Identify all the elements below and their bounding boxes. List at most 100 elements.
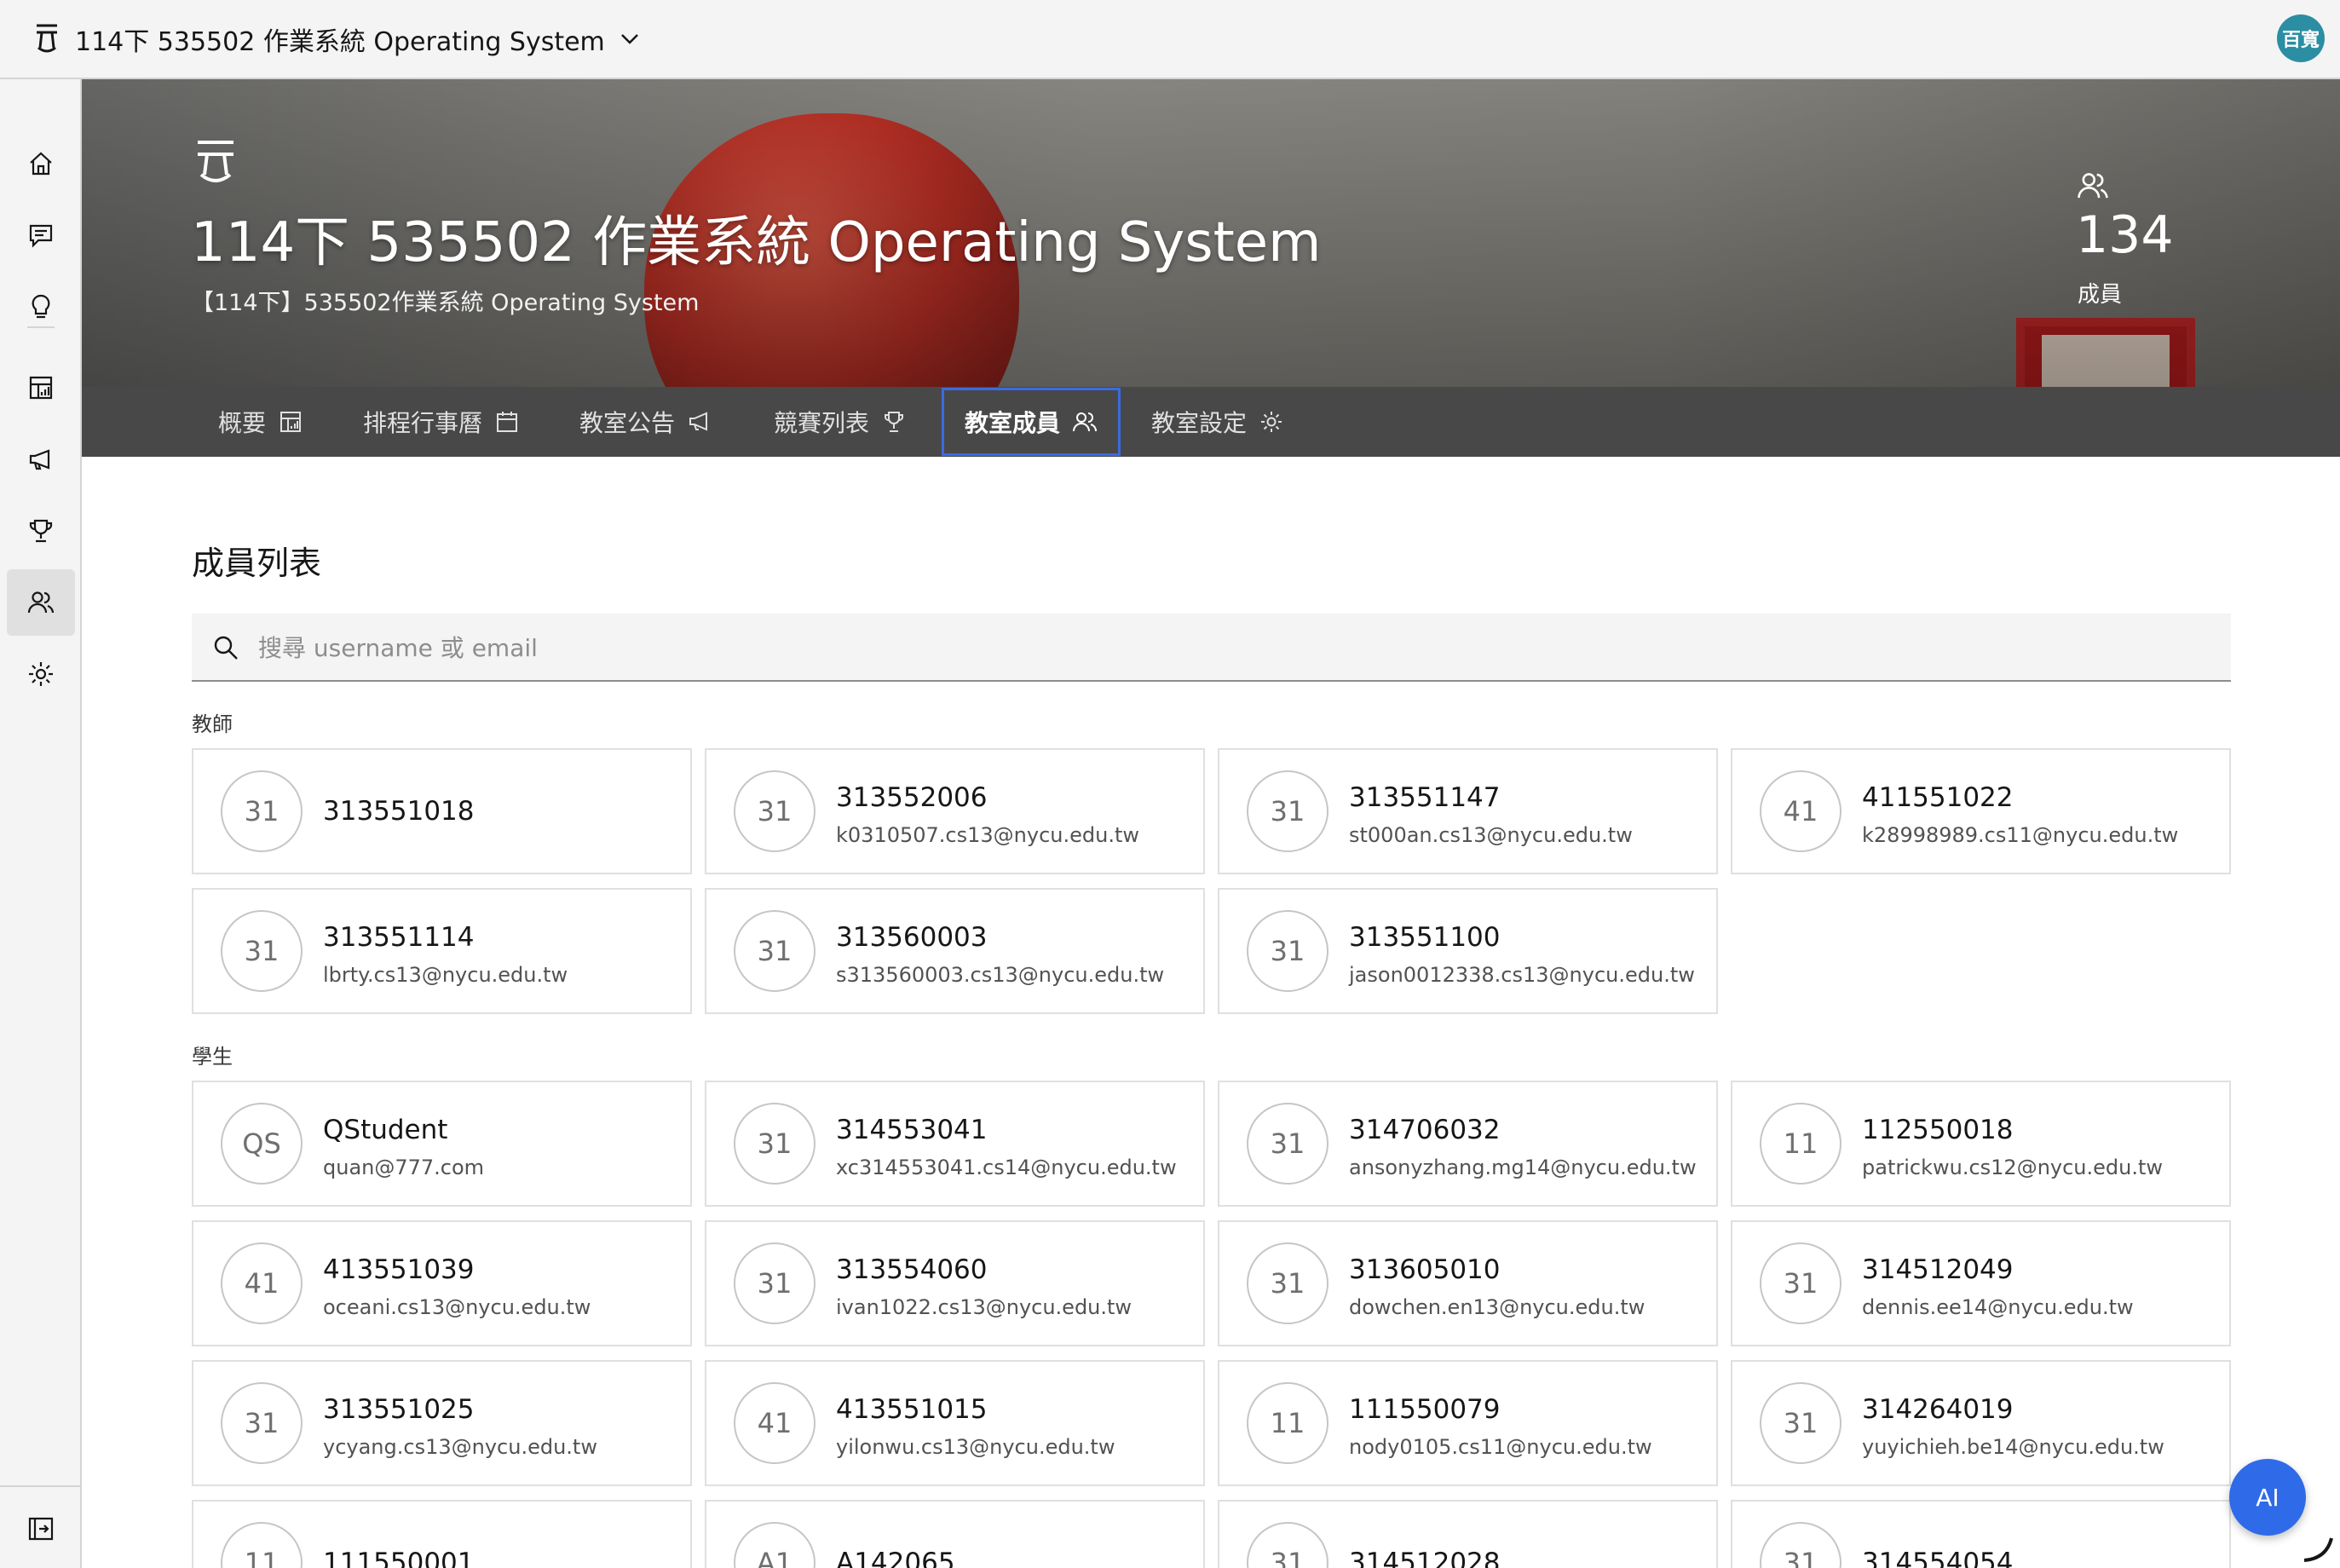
member-name: 314553041: [836, 1115, 988, 1145]
member-card[interactable]: 31 314264019 yuyichieh.be14@nycu.edu.tw: [1731, 1360, 2231, 1486]
course-logo-icon[interactable]: [34, 22, 60, 56]
member-email: nody0105.cs11@nycu.edu.tw: [1349, 1435, 1652, 1459]
tab-contests[interactable]: 競賽列表: [753, 387, 927, 457]
member-card[interactable]: 31 313551147 st000an.cs13@nycu.edu.tw: [1218, 748, 1718, 874]
member-avatar: 31: [1760, 1242, 1841, 1324]
member-card[interactable]: 31 313560003 s313560003.cs13@nycu.edu.tw: [705, 888, 1205, 1014]
sidebar-collapse-icon: [28, 1517, 54, 1541]
member-name: 314264019: [1862, 1394, 2014, 1425]
member-card[interactable]: 31 313551100 jason0012338.cs13@nycu.edu.tw: [1218, 888, 1718, 1014]
member-email: jason0012338.cs13@nycu.edu.tw: [1349, 963, 1695, 987]
member-card[interactable]: 41 413551015 yilonwu.cs13@nycu.edu.tw: [705, 1360, 1205, 1486]
sidebar-collapse-button[interactable]: [7, 1496, 75, 1562]
member-card[interactable]: 31 313552006 k0310507.cs13@nycu.edu.tw: [705, 748, 1205, 874]
member-name: 411551022: [1862, 782, 2014, 813]
member-name: 111550001: [323, 1548, 475, 1568]
user-avatar[interactable]: 百寬: [2277, 14, 2325, 62]
member-avatar: 31: [1247, 910, 1328, 992]
tab-schedule[interactable]: 排程行事曆: [343, 387, 540, 457]
sidebar-item-members[interactable]: [7, 569, 75, 636]
sidebar-item-contests[interactable]: [7, 498, 75, 564]
member-card[interactable]: 31 314553041 xc314553041.cs14@nycu.edu.tw: [705, 1081, 1205, 1207]
tab-overview[interactable]: 概要: [198, 387, 324, 457]
member-card[interactable]: QS QStudent quan@777.com: [192, 1081, 692, 1207]
tab-label: 概要: [218, 409, 267, 437]
trophy-icon: [29, 519, 53, 543]
course-logo-icon: [198, 141, 233, 182]
member-count: 134: [2076, 205, 2174, 265]
member-card[interactable]: 31 313551018: [192, 748, 692, 874]
sidebar-item-dashboard[interactable]: [7, 355, 75, 421]
sidebar: [0, 79, 82, 1568]
member-avatar: 31: [734, 1103, 816, 1185]
sidebar-item-home[interactable]: [7, 130, 75, 197]
member-name: 314706032: [1349, 1115, 1501, 1145]
resize-handle-icon[interactable]: [2301, 1530, 2335, 1564]
member-card[interactable]: 11 111550001: [192, 1500, 692, 1568]
member-email: ycyang.cs13@nycu.edu.tw: [323, 1435, 597, 1459]
member-avatar: 31: [1760, 1522, 1841, 1568]
member-name: 313551100: [1349, 922, 1501, 953]
member-email: yilonwu.cs13@nycu.edu.tw: [836, 1435, 1115, 1459]
member-avatar: 11: [1247, 1382, 1328, 1464]
member-name: 313560003: [836, 922, 988, 953]
member-name: 314554054: [1862, 1548, 2014, 1568]
member-name: 413551015: [836, 1394, 988, 1425]
page-subtitle: 【114下】535502作業系統 Operating System: [191, 290, 700, 316]
course-selector[interactable]: 114下 535502 作業系統 Operating System: [75, 20, 639, 58]
member-email: xc314553041.cs14@nycu.edu.tw: [836, 1156, 1177, 1179]
course-title-text: 114下 535502 作業系統 Operating System: [75, 27, 605, 57]
member-name: 313554060: [836, 1254, 988, 1285]
member-email: k0310507.cs13@nycu.edu.tw: [836, 823, 1139, 847]
member-card[interactable]: 31 314706032 ansonyzhang.mg14@nycu.edu.tw: [1218, 1081, 1718, 1207]
sidebar-item-ideas[interactable]: [7, 274, 75, 340]
member-card[interactable]: 31 313551114 lbrty.cs13@nycu.edu.tw: [192, 888, 692, 1014]
member-avatar: 31: [221, 1382, 303, 1464]
members-icon: [1073, 412, 1098, 432]
tab-label: 教室公告: [579, 409, 676, 437]
member-name: 313552006: [836, 782, 988, 813]
tab-announcements[interactable]: 教室公告: [559, 387, 733, 457]
member-card[interactable]: A1 A142065: [705, 1500, 1205, 1568]
member-avatar: 31: [734, 770, 816, 852]
member-email: lbrty.cs13@nycu.edu.tw: [323, 963, 568, 987]
top-bar: 114下 535502 作業系統 Operating System 百寬: [0, 0, 2340, 79]
member-card[interactable]: 31 313605010 dowchen.en13@nycu.edu.tw: [1218, 1220, 1718, 1346]
search-input[interactable]: [258, 614, 2201, 682]
member-email: ivan1022.cs13@nycu.edu.tw: [836, 1295, 1133, 1319]
tab-settings[interactable]: 教室設定: [1131, 387, 1305, 457]
member-avatar: 31: [1247, 770, 1328, 852]
tab-members[interactable]: 教室成員: [942, 388, 1121, 456]
member-name: QStudent: [323, 1115, 448, 1145]
sidebar-item-chat[interactable]: [7, 202, 75, 268]
course-tabs: 概要 排程行事曆 教室公告 競賽列表 教室成員 教室設定: [82, 387, 2340, 457]
member-card[interactable]: 31 314512028: [1218, 1500, 1718, 1568]
member-card[interactable]: 41 413551039 oceani.cs13@nycu.edu.tw: [192, 1220, 692, 1346]
tab-label: 排程行事曆: [363, 409, 483, 437]
member-card[interactable]: 31 313551025 ycyang.cs13@nycu.edu.tw: [192, 1360, 692, 1486]
tab-label: 教室成員: [965, 409, 1061, 437]
member-name: 313605010: [1349, 1254, 1501, 1285]
members-icon: [27, 591, 55, 614]
member-card[interactable]: 11 112550018 patrickwu.cs12@nycu.edu.tw: [1731, 1081, 2231, 1207]
member-avatar: 41: [221, 1242, 303, 1324]
member-avatar: QS: [221, 1103, 303, 1185]
member-card[interactable]: 11 111550079 nody0105.cs11@nycu.edu.tw: [1218, 1360, 1718, 1486]
member-card[interactable]: 31 314554054: [1731, 1500, 2231, 1568]
member-email: oceani.cs13@nycu.edu.tw: [323, 1295, 591, 1319]
member-card[interactable]: 41 411551022 k28998989.cs11@nycu.edu.tw: [1731, 748, 2231, 874]
member-email: quan@777.com: [323, 1156, 485, 1179]
member-avatar: 41: [734, 1382, 816, 1464]
member-card[interactable]: 31 314512049 dennis.ee14@nycu.edu.tw: [1731, 1220, 2231, 1346]
announcement-icon: [689, 412, 708, 431]
member-name: 314512049: [1862, 1254, 2014, 1285]
member-avatar: 31: [734, 910, 816, 992]
chevron-down-icon: [620, 34, 638, 44]
member-email: patrickwu.cs12@nycu.edu.tw: [1862, 1156, 2164, 1179]
sidebar-item-announcements[interactable]: [7, 426, 75, 493]
ai-assistant-button[interactable]: AI: [2229, 1459, 2306, 1536]
member-name: 313551025: [323, 1394, 475, 1425]
sidebar-item-settings[interactable]: [7, 641, 75, 707]
member-name: 111550079: [1349, 1394, 1501, 1425]
member-card[interactable]: 31 313554060 ivan1022.cs13@nycu.edu.tw: [705, 1220, 1205, 1346]
